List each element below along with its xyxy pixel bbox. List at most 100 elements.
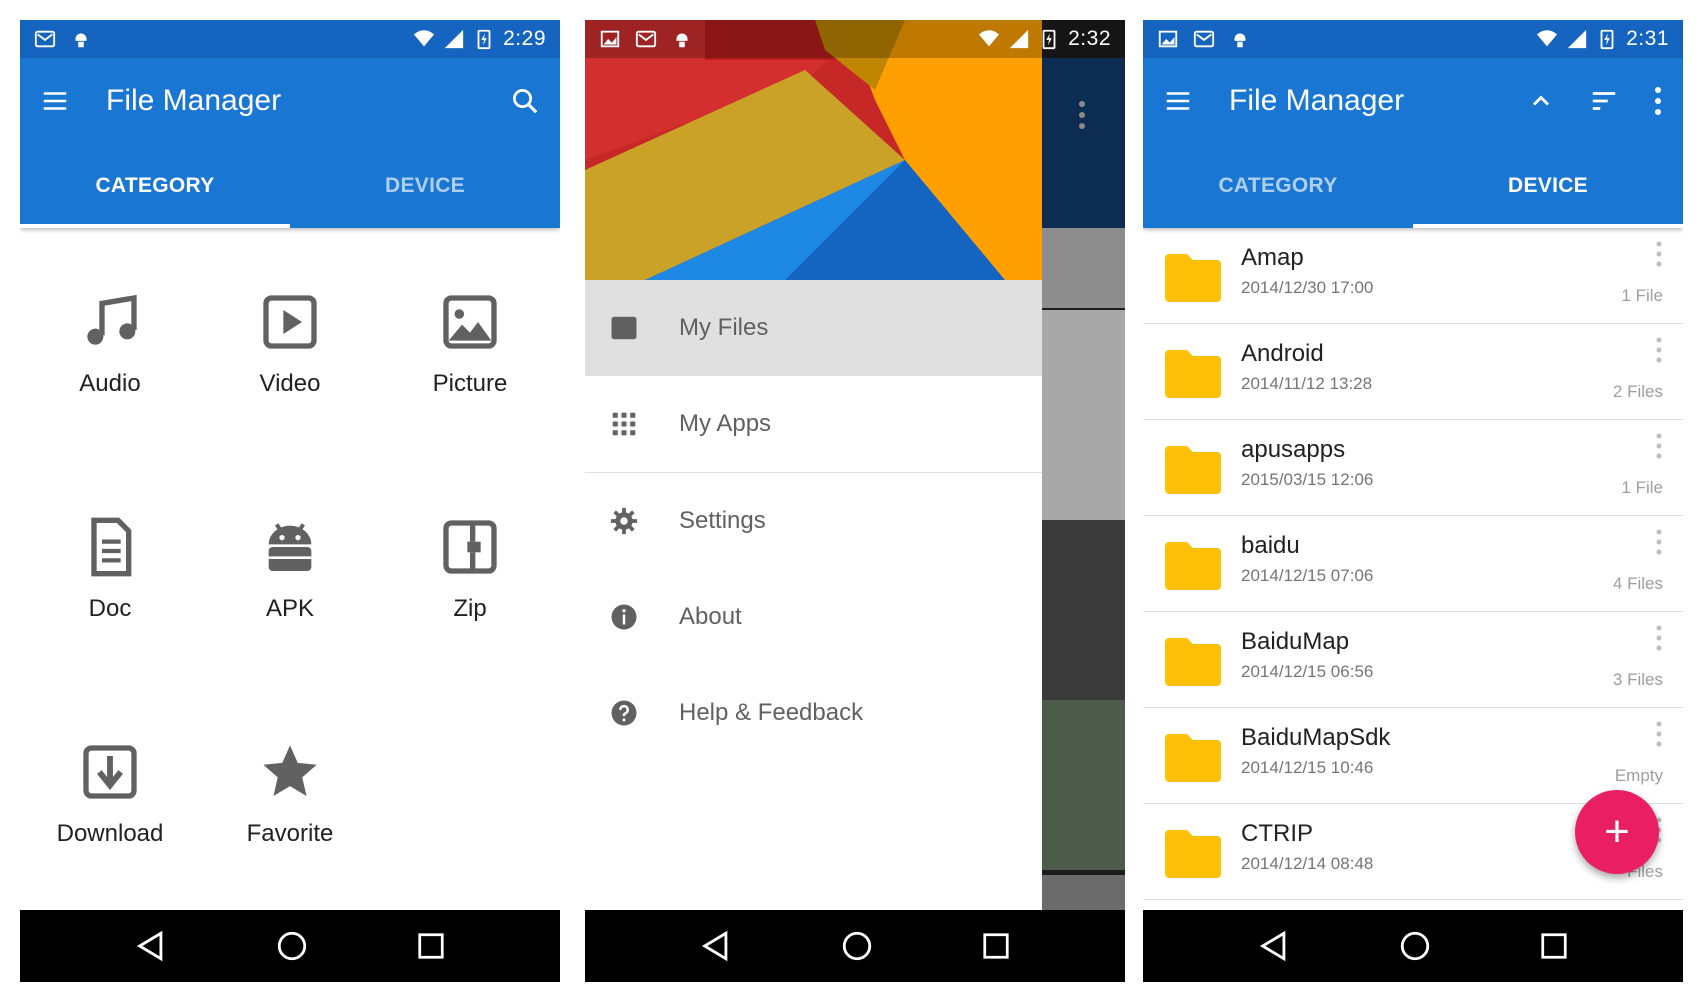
- tab-bar: CATEGORY DEVICE: [1143, 144, 1683, 228]
- category-favorite[interactable]: Favorite: [200, 740, 380, 848]
- category-download[interactable]: Download: [20, 740, 200, 848]
- battery-charging-icon: [1042, 29, 1056, 50]
- back-icon[interactable]: [1257, 929, 1291, 963]
- more-vert-icon[interactable]: [1655, 720, 1663, 748]
- battery-charging-icon: [477, 29, 491, 50]
- list-item[interactable]: baidu 2014/12/15 07:06 4 Files: [1143, 516, 1683, 612]
- drawer-item-label: Settings: [679, 507, 766, 534]
- drawer-item-about[interactable]: About: [585, 569, 1042, 665]
- recents-icon[interactable]: [981, 931, 1011, 961]
- folder-icon: [1165, 638, 1221, 686]
- home-icon[interactable]: [1398, 929, 1432, 963]
- more-vert-icon[interactable]: [1655, 528, 1663, 556]
- folder-count: 3 Files: [1612, 670, 1663, 689]
- chevron-up-icon[interactable]: [1527, 87, 1555, 115]
- drawer-item-my-apps[interactable]: My Apps: [585, 376, 1042, 472]
- folder-name: baidu: [1241, 532, 1300, 559]
- drawer-item-label: About: [679, 603, 742, 630]
- gmail-notification-icon: [1193, 30, 1215, 48]
- wifi-icon: [414, 30, 435, 47]
- status-time: 2:32: [1068, 27, 1111, 50]
- folder-date: 2014/12/30 17:00: [1241, 278, 1374, 297]
- recents-icon[interactable]: [1539, 931, 1569, 961]
- category-audio[interactable]: Audio: [20, 290, 200, 398]
- folder-date: 2015/03/15 12:06: [1241, 470, 1374, 489]
- more-vert-icon: [1079, 101, 1085, 129]
- list-item[interactable]: Amap 2014/12/30 17:00 1 File: [1143, 228, 1683, 324]
- folder-count: 1 File: [1621, 286, 1663, 305]
- status-bar: 2:31: [1143, 20, 1683, 58]
- folder-icon: [1165, 734, 1221, 782]
- android-notification-icon: [1234, 33, 1246, 48]
- more-vert-icon[interactable]: [1655, 240, 1663, 268]
- folder-name: CTRIP: [1241, 820, 1313, 847]
- tab-category[interactable]: CATEGORY: [20, 144, 290, 228]
- folder-date: 2014/12/15 06:56: [1241, 662, 1374, 681]
- more-vert-icon[interactable]: [1655, 336, 1663, 364]
- wifi-icon: [1537, 30, 1558, 47]
- screen-drawer: 2:32 My Files My Apps Settings About Hel…: [585, 20, 1125, 982]
- drawer-item-settings[interactable]: Settings: [585, 473, 1042, 569]
- status-time: 2:29: [503, 27, 546, 50]
- background-thumbnail: [1042, 875, 1125, 915]
- gmail-notification-icon: [635, 30, 657, 48]
- document-icon: [91, 517, 132, 577]
- more-vert-icon[interactable]: [1655, 432, 1663, 460]
- more-vert-icon[interactable]: [1653, 86, 1663, 116]
- category-zip[interactable]: Zip: [380, 515, 560, 623]
- category-doc[interactable]: Doc: [20, 515, 200, 623]
- folder-date: 2014/12/15 10:46: [1241, 758, 1374, 777]
- android-icon: [268, 523, 312, 571]
- background-thumbnail: [1042, 520, 1125, 700]
- signal-icon: [1009, 29, 1029, 49]
- list-item[interactable]: apusapps 2015/03/15 12:06 1 File: [1143, 420, 1683, 516]
- signal-icon: [1567, 29, 1587, 49]
- screen-device: 2:31 File Manager CATEGORY DEVICE Amap 2…: [1143, 20, 1683, 982]
- more-vert-icon[interactable]: [1655, 624, 1663, 652]
- folder-date: 2014/12/14 08:48: [1241, 854, 1374, 873]
- folder-icon: [1165, 542, 1221, 590]
- folder-icon: [611, 316, 637, 340]
- tab-category[interactable]: CATEGORY: [1143, 144, 1413, 228]
- folder-date: 2014/12/15 07:06: [1241, 566, 1374, 585]
- help-icon: [611, 700, 637, 726]
- folder-icon: [1165, 254, 1221, 302]
- recents-icon[interactable]: [416, 931, 446, 961]
- drawer-item-label: Help & Feedback: [679, 699, 864, 726]
- category-label: Doc: [88, 595, 132, 622]
- folder-name: Amap: [1241, 244, 1304, 271]
- drawer-item-my-files[interactable]: My Files: [585, 280, 1042, 376]
- list-item[interactable]: BaiduMapSdk 2014/12/15 10:46 Empty: [1143, 708, 1683, 804]
- drawer-item-help-feedback[interactable]: Help & Feedback: [585, 665, 1042, 761]
- list-item[interactable]: Android 2014/11/12 13:28 2 Files: [1143, 324, 1683, 420]
- menu-icon[interactable]: [1163, 86, 1193, 116]
- status-bar: 2:32: [585, 20, 1125, 58]
- menu-icon[interactable]: [40, 86, 70, 116]
- category-label: Zip: [453, 595, 487, 622]
- search-icon[interactable]: [510, 86, 540, 116]
- add-fab-button[interactable]: +: [1575, 790, 1659, 874]
- sort-icon[interactable]: [1589, 86, 1619, 116]
- image-notification-icon: [1158, 30, 1178, 48]
- navigation-drawer: My Files My Apps Settings About Help & F…: [585, 20, 1042, 910]
- app-title: File Manager: [106, 84, 282, 117]
- category-label: Favorite: [246, 820, 334, 847]
- drawer-item-label: My Apps: [679, 410, 772, 437]
- category-apk[interactable]: APK: [200, 515, 380, 623]
- category-picture[interactable]: Picture: [380, 290, 560, 398]
- category-label: Video: [259, 370, 321, 397]
- tab-device[interactable]: DEVICE: [290, 144, 560, 228]
- back-icon[interactable]: [134, 929, 168, 963]
- list-item[interactable]: BaiduMap 2014/12/15 06:56 3 Files: [1143, 612, 1683, 708]
- zip-icon: [443, 520, 497, 574]
- gmail-notification-icon: [34, 30, 56, 48]
- home-icon[interactable]: [275, 929, 309, 963]
- back-icon[interactable]: [699, 929, 733, 963]
- material-header-graphic: [585, 20, 1042, 280]
- home-icon[interactable]: [840, 929, 874, 963]
- category-video[interactable]: Video: [200, 290, 380, 398]
- folder-icon: [1165, 830, 1221, 878]
- wifi-icon: [979, 30, 1000, 47]
- drawer-header-art: [585, 20, 1042, 280]
- tab-device[interactable]: DEVICE: [1413, 144, 1683, 228]
